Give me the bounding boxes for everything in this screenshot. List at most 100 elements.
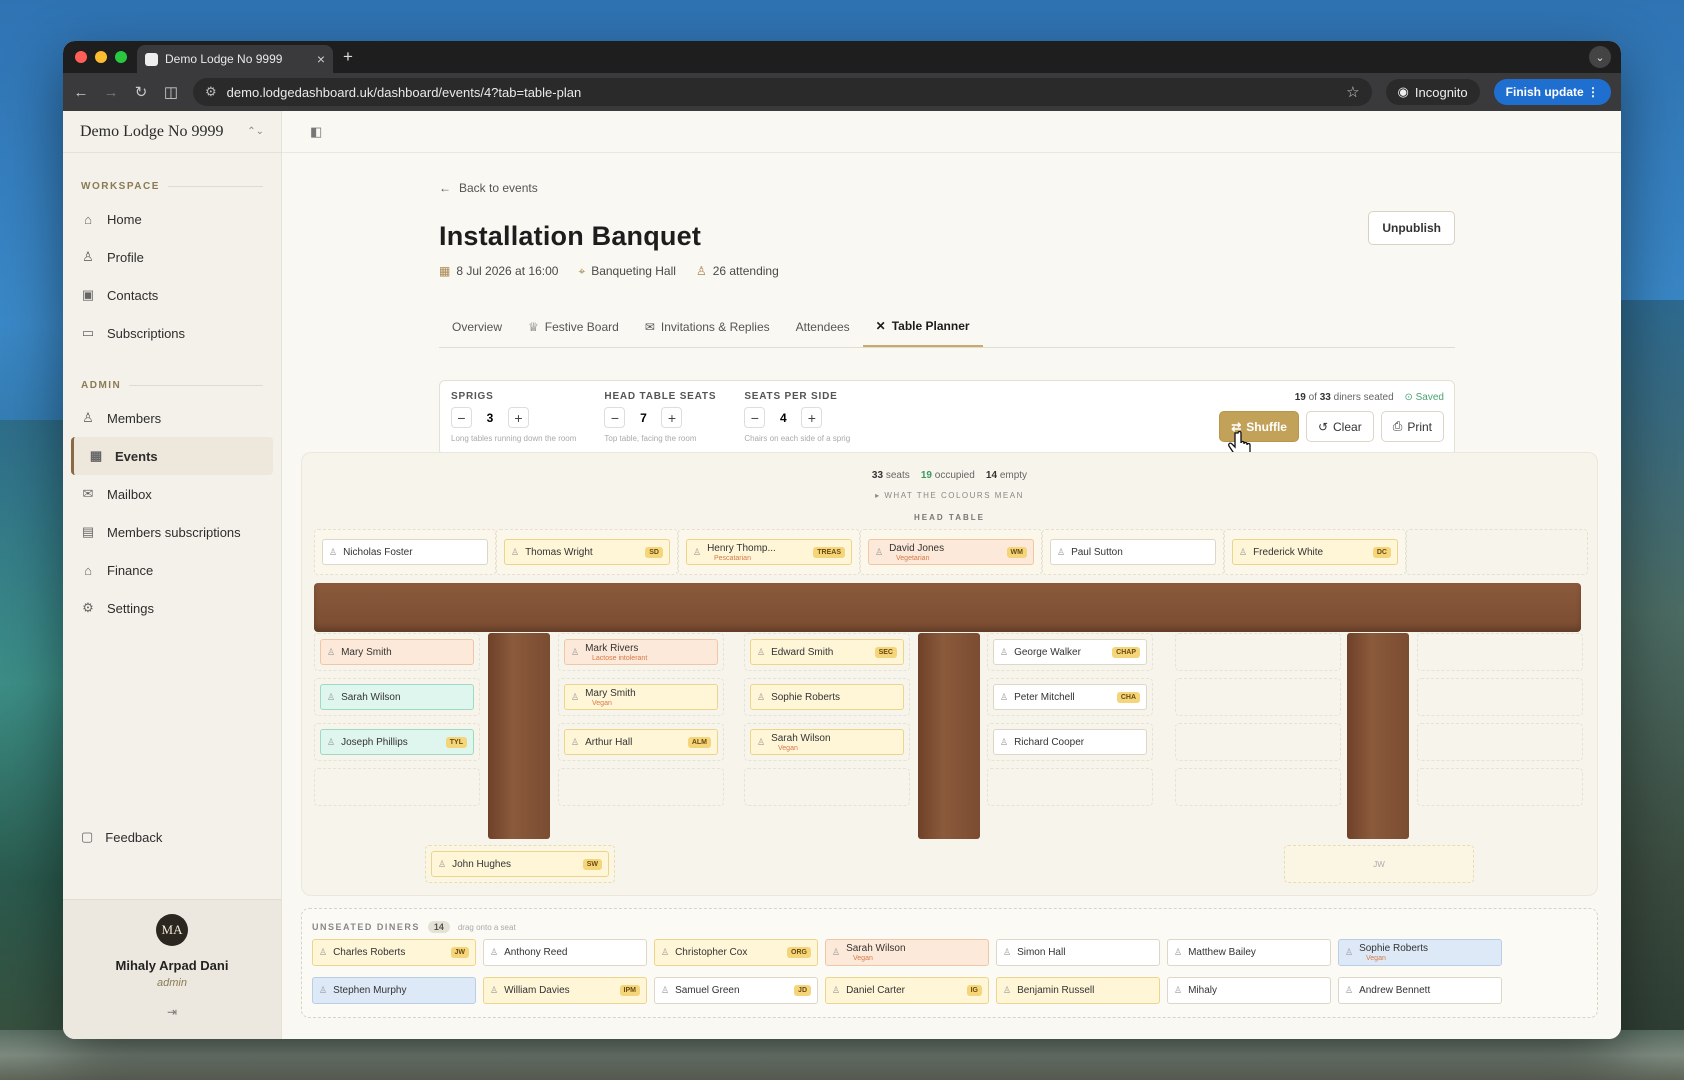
sidebar-item-members[interactable]: ♙ Members <box>63 399 281 437</box>
diner-card[interactable]: ♙ Joseph Phillips TYL <box>320 729 474 755</box>
site-settings-icon[interactable]: ⚙ <box>205 84 217 100</box>
diner-card[interactable]: ♙ Mary Smith <box>320 639 474 665</box>
sprig-seat-slot[interactable]: ♙ Richard Cooper <box>987 723 1153 761</box>
per-side-increment-button[interactable]: + <box>801 407 823 428</box>
minimize-window-button[interactable] <box>95 51 107 63</box>
sprig-seat-slot[interactable]: ♙ Peter Mitchell CHA <box>987 678 1153 716</box>
diner-card[interactable]: ♙ Sarah Wilson Vegan <box>825 939 989 966</box>
sprig-seat-slot[interactable]: ♙ Sophie Roberts <box>744 678 910 716</box>
sidebar-item-profile[interactable]: ♙ Profile <box>63 238 281 276</box>
diner-card[interactable]: ♙ William Davies IPM <box>483 977 647 1004</box>
head-seat-slot[interactable] <box>1406 529 1588 575</box>
head-seat-slot[interactable]: ♙ Henry Thomp... Pescatarian TREAS <box>678 529 860 575</box>
diner-card[interactable]: ♙ Edward Smith SEC <box>750 639 904 665</box>
toggle-sidebar-icon[interactable]: ◧ <box>310 124 322 140</box>
diner-card[interactable]: ♙ Andrew Bennett <box>1338 977 1502 1004</box>
diner-card[interactable]: ♙ David Jones Vegetarian WM <box>868 539 1034 565</box>
browser-tab[interactable]: Demo Lodge No 9999 × <box>137 45 333 73</box>
sprig-seat-slot[interactable] <box>1417 723 1583 761</box>
sprig-seat-slot[interactable] <box>1175 678 1341 716</box>
diner-card[interactable]: ♙ Frederick White DC <box>1232 539 1398 565</box>
head-seats-decrement-button[interactable]: − <box>604 407 626 428</box>
sprig-seat-slot[interactable] <box>744 768 910 806</box>
sprig-seat-slot[interactable]: ♙ Mary Smith Vegan <box>558 678 724 716</box>
new-tab-icon[interactable]: + <box>343 47 353 67</box>
forward-arrow-icon[interactable]: → <box>103 84 119 101</box>
diner-card[interactable]: ♙ Arthur Hall ALM <box>564 729 718 755</box>
diner-card[interactable]: ♙ Henry Thomp... Pescatarian TREAS <box>686 539 852 565</box>
head-seat-slot[interactable]: ♙ Frederick White DC <box>1224 529 1406 575</box>
diner-card[interactable]: ♙ Mark Rivers Lactose intolerant <box>564 639 718 665</box>
sidebar-item-settings[interactable]: ⚙ Settings <box>63 589 281 627</box>
sidebar-item-events[interactable]: ▦ Events <box>71 437 273 475</box>
clear-button[interactable]: ↺ Clear <box>1305 411 1374 442</box>
head-seats-increment-button[interactable]: + <box>661 407 683 428</box>
diner-card[interactable]: ♙ Sophie Roberts <box>750 684 904 710</box>
sprig-seat-slot[interactable]: ♙ Arthur Hall ALM <box>558 723 724 761</box>
sprig-seat-slot[interactable] <box>1175 723 1341 761</box>
sprig-seat-slot[interactable] <box>558 768 724 806</box>
diner-card[interactable]: ♙ Thomas Wright SD <box>504 539 670 565</box>
maximize-window-button[interactable] <box>115 51 127 63</box>
diner-card[interactable]: ♙ Paul Sutton <box>1050 539 1216 565</box>
finish-update-button[interactable]: Finish update ⋮ <box>1493 79 1611 105</box>
sidebar-item-contacts[interactable]: ▣ Contacts <box>63 276 281 314</box>
colour-legend-toggle[interactable]: ▸ WHAT THE COLOURS MEAN <box>302 491 1597 500</box>
diner-card[interactable]: ♙ Richard Cooper <box>993 729 1147 755</box>
sprig-seat-slot[interactable] <box>1175 633 1341 671</box>
tab-search-icon[interactable]: ⌄ <box>1589 46 1611 68</box>
tab-invitations[interactable]: ✉ Invitations & Replies <box>632 319 783 347</box>
diner-card[interactable]: ♙ John Hughes SW <box>431 851 609 877</box>
diner-card[interactable]: ♙ Sarah Wilson <box>320 684 474 710</box>
print-button[interactable]: ⎙ Print <box>1380 411 1444 442</box>
logout-icon[interactable]: ⇥ <box>63 1005 281 1019</box>
sprig-1-foot-seat[interactable]: ♙ John Hughes SW <box>425 845 615 883</box>
diner-card[interactable]: ♙ Charles Roberts JW <box>312 939 476 966</box>
back-to-events-link[interactable]: ← Back to events <box>439 181 1455 195</box>
sidebar-item-members-subscriptions[interactable]: ▤ Members subscriptions <box>63 513 281 551</box>
sprig-seat-slot[interactable]: ♙ George Walker CHAP <box>987 633 1153 671</box>
sidebar-item-home[interactable]: ⌂ Home <box>63 200 281 238</box>
diner-card[interactable]: ♙ Mary Smith Vegan <box>564 684 718 710</box>
diner-card[interactable]: ♙ Stephen Murphy <box>312 977 476 1004</box>
diner-card[interactable]: ♙ Benjamin Russell <box>996 977 1160 1004</box>
diner-card[interactable]: ♙ Anthony Reed <box>483 939 647 966</box>
head-seat-slot[interactable]: ♙ Thomas Wright SD <box>496 529 678 575</box>
sidebar-item-subscriptions[interactable]: ▭ Subscriptions <box>63 314 281 352</box>
head-seat-slot[interactable]: ♙ Paul Sutton <box>1042 529 1224 575</box>
diner-card[interactable]: ♙ Sarah Wilson Vegan <box>750 729 904 755</box>
close-window-button[interactable] <box>75 51 87 63</box>
tab-overview[interactable]: Overview <box>439 319 515 347</box>
sprig-seat-slot[interactable]: ♙ Sarah Wilson <box>314 678 480 716</box>
diner-card[interactable]: ♙ Nicholas Foster <box>322 539 488 565</box>
feedback-link[interactable]: ▢ Feedback <box>81 829 162 845</box>
sprig-seat-slot[interactable] <box>314 768 480 806</box>
tab-table-planner[interactable]: ✕ Table Planner <box>862 319 983 347</box>
reload-icon[interactable]: ↻ <box>133 83 149 101</box>
sprig-seat-slot[interactable]: ♙ Sarah Wilson Vegan <box>744 723 910 761</box>
sprig-seat-slot[interactable]: ♙ Joseph Phillips TYL <box>314 723 480 761</box>
sidebar-item-finance[interactable]: ⌂ Finance <box>63 551 281 589</box>
diner-card[interactable]: ♙ Peter Mitchell CHA <box>993 684 1147 710</box>
sprig-seat-slot[interactable] <box>1417 768 1583 806</box>
lodge-switcher[interactable]: Demo Lodge No 9999 ⌃⌄ <box>63 111 281 153</box>
sprig-seat-slot[interactable]: ♙ Mark Rivers Lactose intolerant <box>558 633 724 671</box>
sprig-seat-slot[interactable] <box>1175 768 1341 806</box>
unpublish-button[interactable]: Unpublish <box>1368 211 1455 245</box>
sprig-seat-slot[interactable] <box>1417 633 1583 671</box>
address-bar[interactable]: ⚙ demo.lodgedashboard.uk/dashboard/event… <box>193 78 1372 106</box>
diner-card[interactable]: ♙ Simon Hall <box>996 939 1160 966</box>
sidebar-item-mailbox[interactable]: ✉ Mailbox <box>63 475 281 513</box>
incognito-indicator[interactable]: ◉ Incognito <box>1385 79 1480 105</box>
diner-card[interactable]: ♙ Mihaly <box>1167 977 1331 1004</box>
sprig-seat-slot[interactable]: ♙ Mary Smith <box>314 633 480 671</box>
sprigs-increment-button[interactable]: + <box>508 407 529 428</box>
diner-card[interactable]: ♙ Sophie Roberts Vegan <box>1338 939 1502 966</box>
sprig-seat-slot[interactable]: ♙ Edward Smith SEC <box>744 633 910 671</box>
head-seat-slot[interactable]: ♙ Nicholas Foster <box>314 529 496 575</box>
diner-card[interactable]: ♙ Matthew Bailey <box>1167 939 1331 966</box>
tab-festive-board[interactable]: ♕ Festive Board <box>515 319 632 347</box>
diner-card[interactable]: ♙ Samuel Green JD <box>654 977 818 1004</box>
head-seat-slot[interactable]: ♙ David Jones Vegetarian WM <box>860 529 1042 575</box>
bookmark-star-icon[interactable]: ☆ <box>1346 83 1359 101</box>
